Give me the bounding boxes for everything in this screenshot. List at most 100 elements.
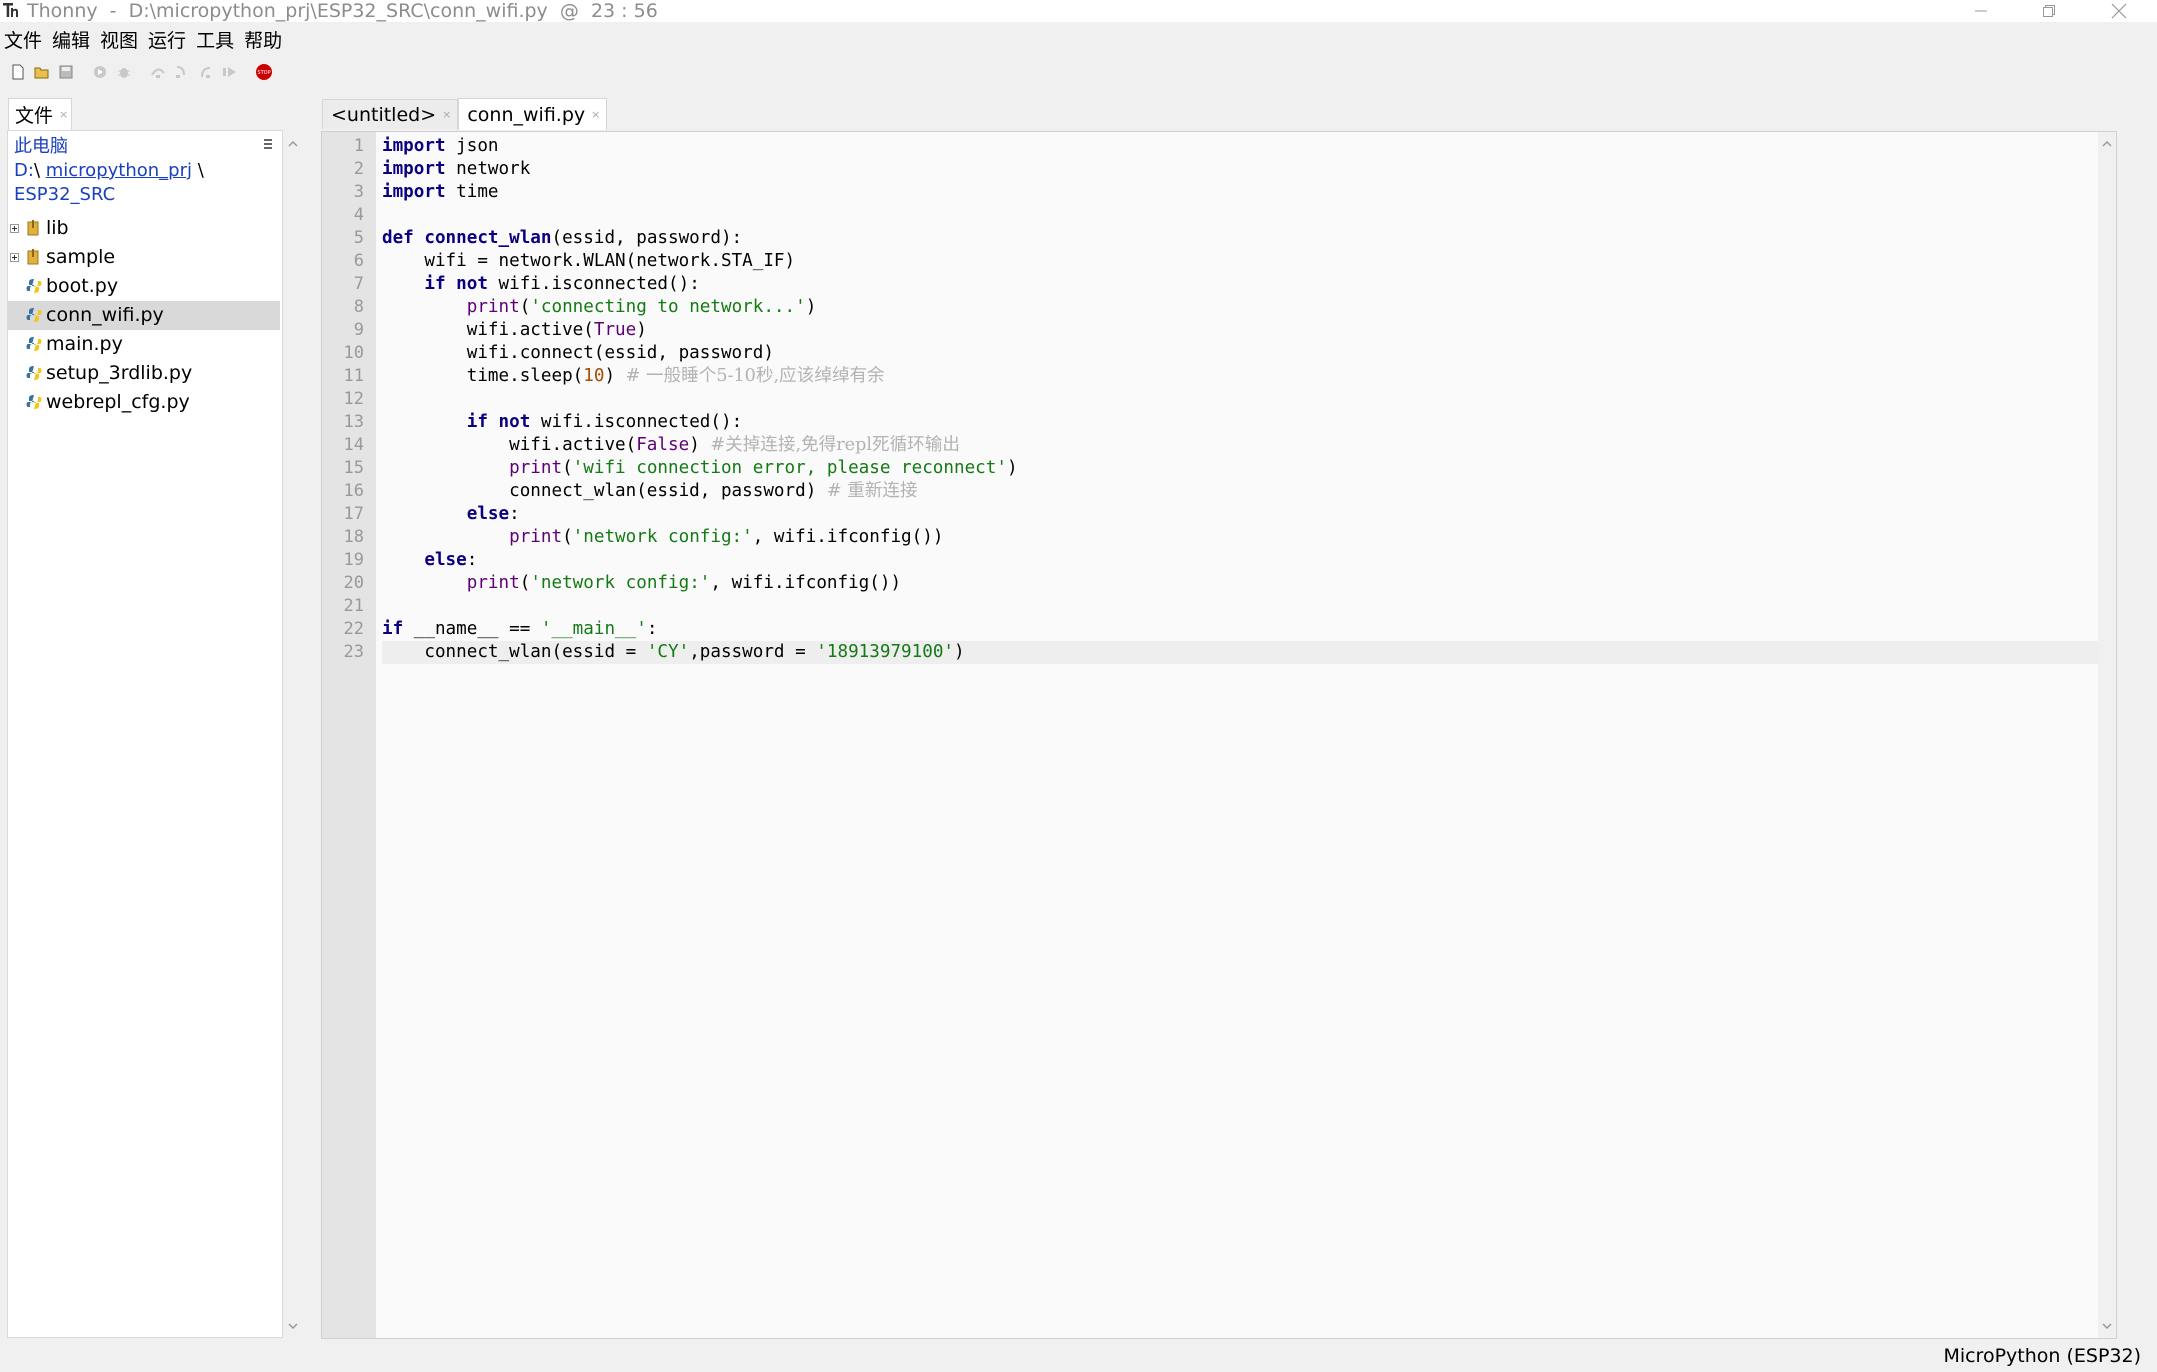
run-button[interactable] — [90, 62, 110, 82]
new-file-button[interactable] — [8, 62, 28, 82]
code-line[interactable]: else: — [382, 549, 2112, 572]
scroll-up-icon[interactable] — [2101, 138, 2113, 150]
line-number: 15 — [343, 458, 364, 478]
code-line[interactable] — [382, 204, 2112, 227]
menu-tools[interactable]: 工具 — [192, 27, 240, 55]
python-file-icon — [26, 366, 42, 380]
code-line[interactable]: def connect_wlan(essid, password): — [382, 227, 2112, 250]
tree-item-label: lib — [46, 217, 69, 239]
tree-item-sample[interactable]: sample — [8, 243, 282, 272]
code-line[interactable]: print('network config:', wifi.ifconfig()… — [382, 572, 2112, 595]
tree-item-webrepl-cfg-py[interactable]: webrepl_cfg.py — [8, 388, 282, 417]
minimize-button[interactable] — [1958, 0, 2004, 22]
menu-help[interactable]: 帮助 — [240, 27, 288, 55]
breadcrumb-subfolder[interactable]: ESP32_SRC — [14, 184, 115, 205]
restore-button[interactable] — [2026, 0, 2072, 22]
tree-item-label: webrepl_cfg.py — [46, 391, 190, 413]
tree-item-lib[interactable]: lib — [8, 214, 282, 243]
breadcrumb-computer[interactable]: 此电脑 — [14, 136, 68, 157]
line-number: 14 — [343, 435, 364, 455]
code-line[interactable]: wifi = network.WLAN(network.STA_IF) — [382, 250, 2112, 273]
line-number-gutter: 1 2 3 4 5 6 7 8 9 10 11 12 13 14 15 16 17 18 19 20 21 22 23 — [322, 132, 376, 1338]
tab-close-icon[interactable]: × — [442, 108, 451, 121]
open-file-icon — [34, 67, 49, 79]
python-file-icon — [26, 337, 42, 351]
line-number: 8 — [353, 297, 364, 317]
tree-item-conn-wifi-py[interactable]: conn_wifi.py — [8, 301, 280, 330]
code-line[interactable]: import json — [382, 135, 2112, 158]
breadcrumb-folder[interactable]: micropython_prj — [46, 160, 192, 181]
tree-item-boot-py[interactable]: boot.py — [8, 272, 282, 301]
tab-files[interactable]: 文件 × — [8, 98, 72, 130]
restore-icon — [2043, 5, 2055, 17]
minimize-icon — [1975, 10, 1987, 12]
stop-button[interactable]: STOP — [254, 62, 274, 82]
tree-item-label: boot.py — [46, 275, 119, 297]
code-line[interactable]: print('network config:', wifi.ifconfig()… — [382, 526, 2112, 549]
code-line[interactable]: connect_wlan(essid = 'CY',password = '18… — [382, 641, 2112, 664]
code-line[interactable]: time.sleep(10) # 一般睡个5-10秒,应该绰绰有余 — [382, 365, 2112, 388]
scroll-down-icon[interactable] — [2101, 1320, 2113, 1332]
code-line[interactable]: print('connecting to network...') — [382, 296, 2112, 319]
code-editor[interactable]: 1 2 3 4 5 6 7 8 9 10 11 12 13 14 15 16 17 18 19 20 21 22 23 im… — [321, 131, 2117, 1339]
editor-scrollbar[interactable] — [2098, 132, 2116, 1338]
breadcrumb-separator: \ — [197, 160, 204, 181]
files-panel: 此电脑 D:\ micropython_prj \ ESP32_SRC lib … — [7, 130, 283, 1338]
files-tab-label: 文件 — [15, 105, 54, 127]
line-number: 11 — [343, 366, 364, 386]
svg-text:STOP: STOP — [257, 70, 270, 76]
code-line[interactable] — [382, 388, 2112, 411]
line-number: 10 — [343, 343, 364, 363]
menu-view[interactable]: 视图 — [96, 27, 144, 55]
line-number: 19 — [343, 550, 364, 570]
step-out-button[interactable] — [196, 62, 216, 82]
menu-run[interactable]: 运行 — [144, 27, 192, 55]
close-window-button[interactable] — [2096, 0, 2142, 22]
save-button[interactable] — [56, 62, 76, 82]
code-line[interactable]: wifi.active(True) — [382, 319, 2112, 342]
step-over-button[interactable] — [148, 62, 168, 82]
code-line[interactable]: connect_wlan(essid, password) # 重新连接 — [382, 480, 2112, 503]
thonny-app-icon — [3, 3, 18, 17]
code-line[interactable]: if not wifi.isconnected(): — [382, 273, 2112, 296]
files-scrollbar[interactable] — [284, 132, 302, 1338]
tab-untitled[interactable]: <untitled> × — [322, 99, 459, 129]
code-line[interactable]: else: — [382, 503, 2112, 526]
stop-icon: STOP — [256, 64, 272, 80]
line-number: 21 — [343, 596, 364, 616]
tab-conn-wifi-py[interactable]: conn_wifi.py × — [458, 98, 608, 130]
line-number: 23 — [343, 642, 364, 662]
status-interpreter[interactable]: MicroPython (ESP32) — [1943, 1343, 2141, 1369]
code-line[interactable]: import time — [382, 181, 2112, 204]
code-line[interactable]: import network — [382, 158, 2112, 181]
line-number: 17 — [343, 504, 364, 524]
line-number: 4 — [353, 205, 364, 225]
scroll-down-icon[interactable] — [287, 1320, 299, 1332]
tree-item-main-py[interactable]: main.py — [8, 330, 282, 359]
line-number: 2 — [353, 159, 364, 179]
files-tab-close-icon[interactable]: × — [59, 108, 68, 121]
step-into-button[interactable] — [172, 62, 192, 82]
code-line[interactable]: wifi.active(False) #关掉连接,免得repl死循环输出 — [382, 434, 2112, 457]
debug-button[interactable] — [114, 62, 134, 82]
resume-button[interactable] — [220, 62, 240, 82]
menu-edit[interactable]: 编辑 — [48, 27, 96, 55]
new-file-icon — [12, 64, 24, 80]
code-line[interactable] — [382, 595, 2112, 618]
expand-icon[interactable] — [10, 224, 19, 233]
step-out-icon — [201, 67, 211, 78]
hamburger-menu-icon[interactable] — [262, 137, 276, 151]
code-line[interactable]: if not wifi.isconnected(): — [382, 411, 2112, 434]
expand-icon[interactable] — [10, 253, 19, 262]
menu-bar: 文件 编辑 视图 运行 工具 帮助 — [0, 27, 288, 55]
tree-item-setup-3rdlib-py[interactable]: setup_3rdlib.py — [8, 359, 282, 388]
code-line[interactable]: if __name__ == '__main__': — [382, 618, 2112, 641]
code-line[interactable]: wifi.connect(essid, password) — [382, 342, 2112, 365]
code-line[interactable]: print('wifi connection error, please rec… — [382, 457, 2112, 480]
tab-close-icon[interactable]: × — [591, 108, 600, 121]
open-file-button[interactable] — [32, 62, 52, 82]
breadcrumb-drive[interactable]: D: — [14, 160, 34, 181]
menu-file[interactable]: 文件 — [0, 27, 48, 55]
line-number: 20 — [343, 573, 364, 593]
scroll-up-icon[interactable] — [287, 138, 299, 150]
